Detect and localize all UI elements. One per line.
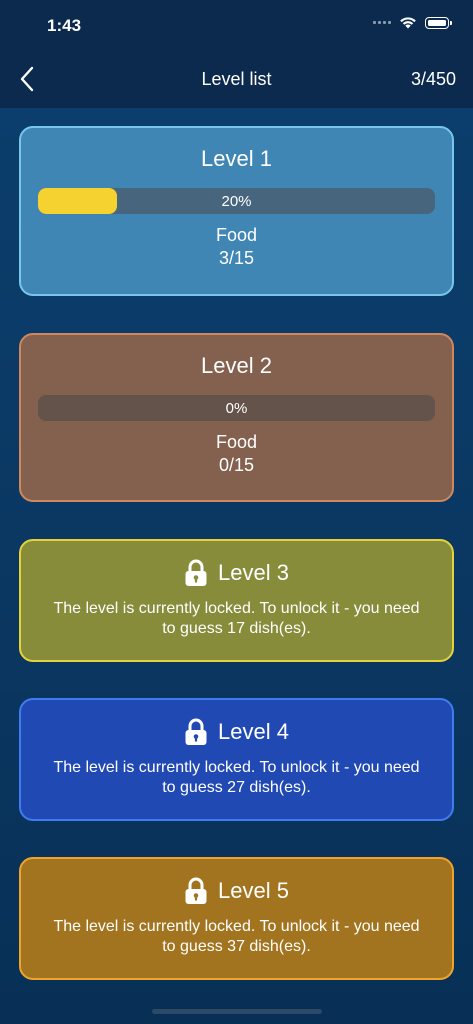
level-title-row: Level 4: [21, 718, 452, 746]
level-card-4[interactable]: Level 4 The level is currently locked. T…: [19, 698, 454, 821]
level-progress-text: 20%: [221, 193, 252, 210]
level-card-5[interactable]: Level 5 The level is currently locked. T…: [19, 857, 454, 980]
battery-icon: [425, 16, 452, 29]
level-card-3[interactable]: Level 3 The level is currently locked. T…: [19, 539, 454, 662]
level-title: Level 1: [201, 146, 272, 171]
home-indicator: [152, 1009, 322, 1014]
level-dish-count: 0/15: [218, 455, 255, 475]
status-icons: [373, 16, 452, 29]
level-progress-bar: 20%: [38, 188, 435, 214]
status-bar: 1:43: [0, 0, 473, 52]
level-title: Level 5: [218, 878, 289, 903]
lock-icon: [185, 559, 207, 586]
level-card-1[interactable]: Level 1 20% Food 3/15: [19, 126, 454, 296]
wifi-icon: [400, 17, 416, 29]
level-locked-message: The level is currently locked. To unlock…: [53, 600, 420, 637]
level-title-row: Level 3: [21, 559, 452, 587]
level-title: Level 3: [218, 560, 289, 585]
level-category: Food: [215, 432, 258, 452]
level-dish-count: 3/15: [218, 248, 255, 268]
level-category: Food: [215, 225, 258, 245]
status-time: 1:43: [47, 16, 82, 35]
level-progress-bar: 0%: [38, 395, 435, 421]
level-locked-message: The level is currently locked. To unlock…: [53, 759, 420, 796]
level-title-row: Level 5: [21, 877, 452, 905]
page-title: Level list: [201, 69, 272, 89]
lock-icon: [185, 877, 207, 904]
level-card-2[interactable]: Level 2 0% Food 0/15: [19, 333, 454, 502]
nav-bar: Level list 3/450: [0, 52, 473, 108]
lock-icon: [185, 718, 207, 745]
level-locked-message: The level is currently locked. To unlock…: [53, 918, 420, 955]
levels-progress-count: 3/450: [410, 69, 456, 89]
level-title: Level 2: [201, 353, 272, 378]
level-progress-text: 0%: [225, 400, 248, 417]
signal-icon: [373, 21, 391, 24]
level-title: Level 4: [218, 719, 289, 744]
